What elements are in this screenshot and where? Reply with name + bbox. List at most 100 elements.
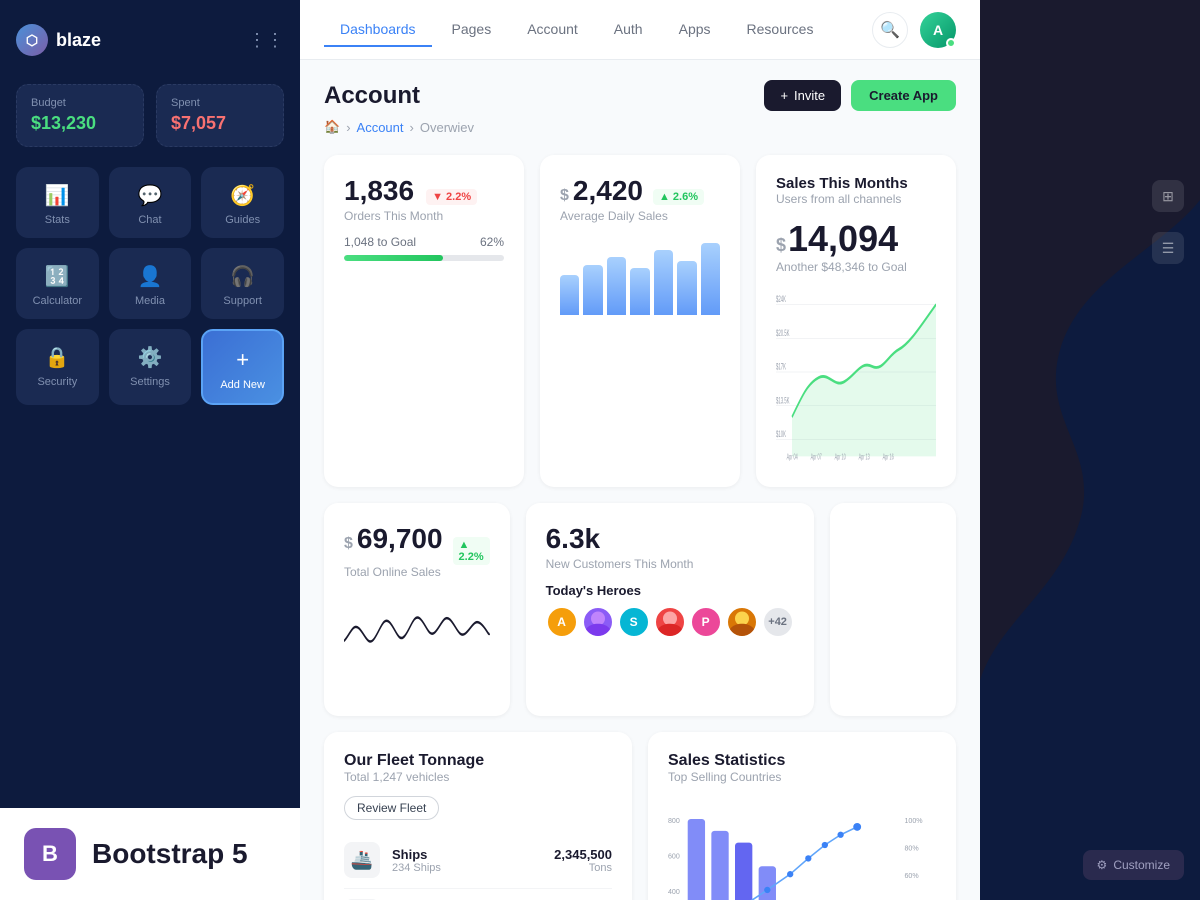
invite-label: Invite <box>794 88 825 103</box>
budget-label: Budget <box>31 97 129 109</box>
ships-sub: 234 Ships <box>392 862 441 874</box>
sidebar-item-stats[interactable]: 📊 Stats <box>16 167 99 238</box>
daily-sales-value: 2,420 <box>573 175 643 207</box>
sidebar-item-guides[interactable]: 🧭 Guides <box>201 167 284 238</box>
ships-info: Ships 234 Ships <box>392 847 441 874</box>
svg-text:$13.5K: $13.5K <box>776 397 790 406</box>
orders-progress-bar <box>344 255 504 261</box>
nav-right: 🔍 A <box>872 12 956 48</box>
tab-resources[interactable]: Resources <box>731 13 830 47</box>
chat-label: Chat <box>138 214 161 226</box>
sidebar-item-media[interactable]: 👤 Media <box>109 248 192 319</box>
heroes-section: Today's Heroes A S P <box>546 583 794 638</box>
online-indicator <box>946 38 956 48</box>
panel-menu-icon[interactable]: ☰ <box>1152 232 1184 264</box>
orders-goal-pct: 62% <box>480 235 504 249</box>
sales-big-value: 14,094 <box>788 218 898 260</box>
tab-dashboards[interactable]: Dashboards <box>324 13 432 47</box>
stats-icon: 📊 <box>45 183 70 208</box>
online-sales-card: $ 69,700 ▲ 2.2% Total Online Sales <box>324 503 510 716</box>
logo-area: ⬡ blaze <box>16 24 101 56</box>
settings-label: Settings <box>130 376 170 388</box>
daily-sales-card: $ 2,420 ▲ 2.6% Average Daily Sales <box>540 155 740 487</box>
svg-text:800: 800 <box>668 817 680 825</box>
breadcrumb-separator-2: › <box>410 120 414 135</box>
orders-badge: ▼ 2.2% <box>426 189 477 205</box>
daily-sales-label: Average Daily Sales <box>560 209 720 223</box>
svg-text:600: 600 <box>668 852 680 860</box>
tab-auth[interactable]: Auth <box>598 13 659 47</box>
customize-icon: ⚙ <box>1097 858 1108 872</box>
hero-avatar-4 <box>654 606 686 638</box>
bar-4 <box>630 268 649 315</box>
heroes-count: +42 <box>762 606 794 638</box>
fleet-subtitle: Total 1,247 vehicles <box>344 770 612 784</box>
orders-value: 1,836 <box>344 175 414 207</box>
create-app-button[interactable]: Create App <box>851 80 956 111</box>
tab-account[interactable]: Account <box>511 13 594 47</box>
sales-line-chart: $24K $20.5K $17K $13.5K $10K Apr 04 Apr … <box>776 282 936 462</box>
menu-toggle-icon[interactable]: ⋮⋮ <box>248 30 284 51</box>
sidebar: ⬡ blaze ⋮⋮ Budget $13,230 Spent $7,057 📊… <box>0 0 300 900</box>
media-icon: 👤 <box>138 264 163 289</box>
ships-name: Ships <box>392 847 441 862</box>
bar-3 <box>607 257 626 315</box>
avatar-initials: A <box>933 22 943 38</box>
svg-text:$10K: $10K <box>776 431 786 440</box>
svg-text:400: 400 <box>668 888 680 896</box>
ships-value-area: 2,345,500 Tons <box>554 847 612 874</box>
fleet-row-trucks: 🚛 Trucks 1,460 Trucks 457,200 Tons <box>344 889 612 900</box>
stats-label: Stats <box>45 214 70 226</box>
customize-button[interactable]: ⚙ Customize <box>1083 850 1184 880</box>
orders-progress-fill <box>344 255 443 261</box>
calculator-label: Calculator <box>33 295 83 307</box>
bottom-grid: Our Fleet Tonnage Total 1,247 vehicles R… <box>324 732 956 900</box>
tab-apps[interactable]: Apps <box>663 13 727 47</box>
svg-text:Apr 16: Apr 16 <box>883 453 894 462</box>
bar-6 <box>677 261 696 315</box>
sales-stats-title: Sales Statistics <box>668 752 936 770</box>
sidebar-item-add-new[interactable]: + Add New <box>201 329 284 405</box>
sales-title: Sales This Months <box>776 175 936 192</box>
breadcrumb: 🏠 › Account › Overwiev <box>324 119 956 135</box>
hero-avatar-5: P <box>690 606 722 638</box>
orders-goal-text: 1,048 to Goal <box>344 235 416 249</box>
sidebar-item-calculator[interactable]: 🔢 Calculator <box>16 248 99 319</box>
sidebar-item-support[interactable]: 🎧 Support <box>201 248 284 319</box>
panel-grid-icon[interactable]: ⊞ <box>1152 180 1184 212</box>
sidebar-item-chat[interactable]: 💬 Chat <box>109 167 192 238</box>
customize-label: Customize <box>1113 858 1170 872</box>
fleet-title: Our Fleet Tonnage <box>344 752 612 770</box>
svg-text:100%: 100% <box>904 817 923 825</box>
spent-label: Spent <box>171 97 269 109</box>
svg-text:60%: 60% <box>904 872 919 880</box>
bar-2 <box>583 265 602 315</box>
sidebar-item-security[interactable]: 🔒 Security <box>16 329 99 405</box>
second-row: $ 69,700 ▲ 2.2% Total Online Sales 6.3k … <box>324 503 956 716</box>
chat-icon: 💬 <box>138 183 163 208</box>
avatar-button[interactable]: A <box>920 12 956 48</box>
sales-stats-subtitle: Top Selling Countries <box>668 770 936 784</box>
header-actions: + Invite Create App <box>764 80 956 111</box>
review-fleet-button[interactable]: Review Fleet <box>344 796 439 820</box>
online-sales-label: Total Online Sales <box>344 565 490 579</box>
daily-sales-chart <box>560 235 720 315</box>
sales-this-month-card: Sales This Months Users from all channel… <box>756 155 956 487</box>
panel-icons: ⊞ ☰ <box>1152 180 1184 264</box>
bar-1 <box>560 275 579 315</box>
search-button[interactable]: 🔍 <box>872 12 908 48</box>
budget-value: $13,230 <box>31 113 129 134</box>
svg-text:$20.5K: $20.5K <box>776 330 790 339</box>
tab-pages[interactable]: Pages <box>436 13 508 47</box>
breadcrumb-account[interactable]: Account <box>357 120 404 135</box>
page-header: Account + Invite Create App <box>324 80 956 111</box>
hero-avatar-1: A <box>546 606 578 638</box>
hero-avatar-2 <box>582 606 614 638</box>
bar-5 <box>654 250 673 315</box>
breadcrumb-home-icon: 🏠 <box>324 119 340 135</box>
add-new-label: Add New <box>220 379 265 391</box>
invite-button[interactable]: + Invite <box>764 80 841 111</box>
svg-text:Apr 13: Apr 13 <box>859 453 870 462</box>
sidebar-item-settings[interactable]: ⚙️ Settings <box>109 329 192 405</box>
guides-label: Guides <box>225 214 260 226</box>
